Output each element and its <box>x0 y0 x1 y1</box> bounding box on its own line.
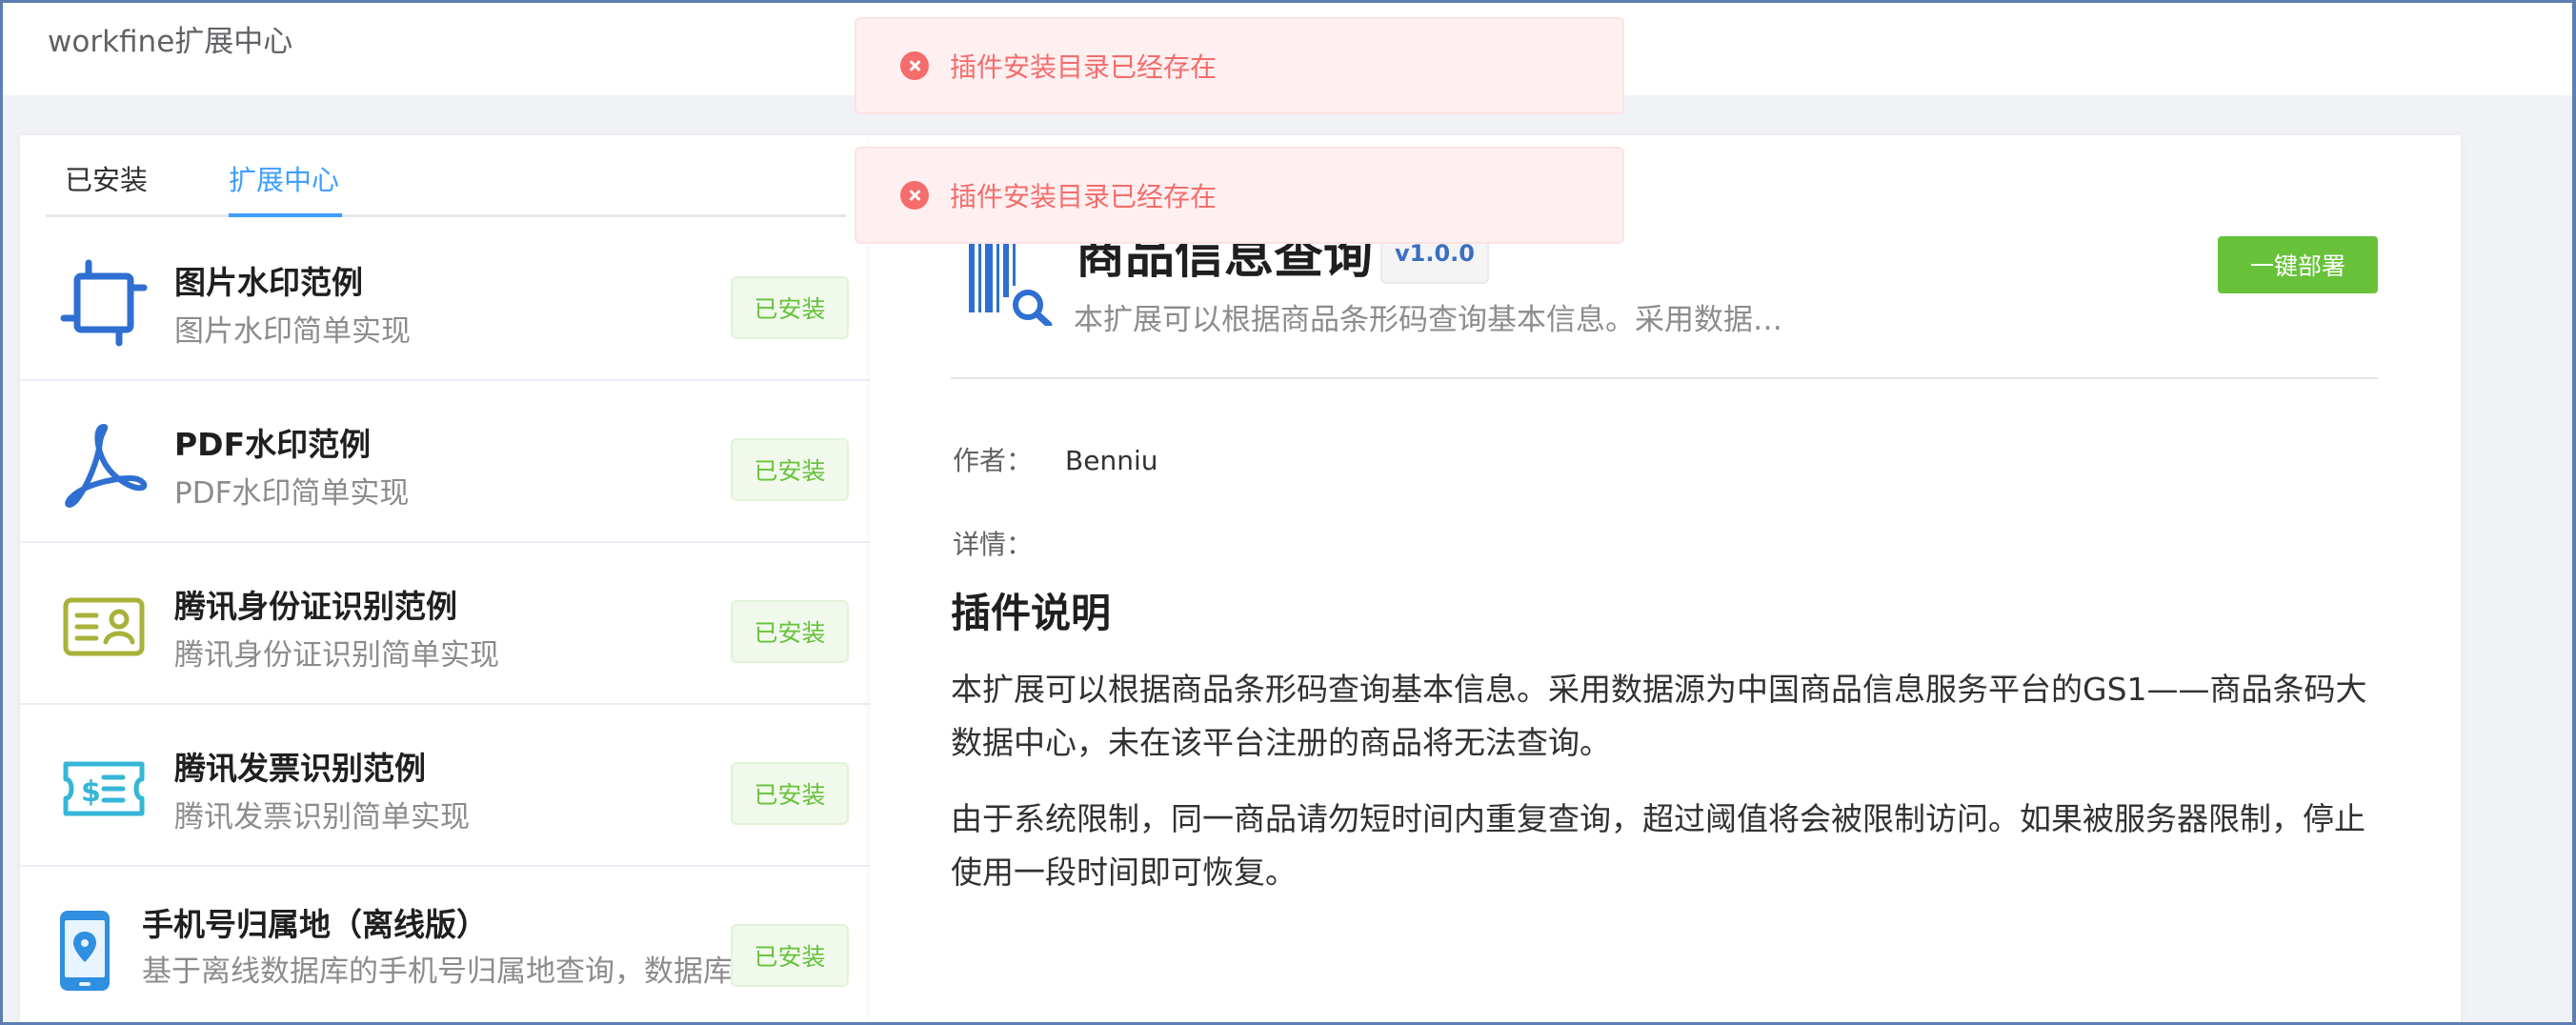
tab-extension-center[interactable]: 扩展中心 <box>229 158 339 198</box>
author-row: 作者： Benniu <box>953 440 1157 478</box>
deploy-button[interactable]: 一键部署 <box>2218 236 2378 293</box>
installed-badge: 已安装 <box>731 762 849 825</box>
phone-location-icon <box>39 905 131 996</box>
installed-badge: 已安装 <box>731 276 849 339</box>
author-value: Benniu <box>1065 445 1158 476</box>
extension-name: 腾讯身份证识别范例 <box>174 588 457 625</box>
readme-paragraph: 由于系统限制，同一商品请勿短时间内重复查询，超过阈值将会被限制访问。如果被服务器… <box>951 800 2365 891</box>
pdf-icon <box>58 419 150 511</box>
error-circle-icon <box>900 51 929 80</box>
extension-name: PDF水印范例 <box>174 426 372 463</box>
extension-detail-panel: 商品信息查询 v1.0.0 本扩展可以根据商品条形码查询基本信息。采用数据… 一… <box>870 135 2461 1025</box>
extension-item[interactable]: 腾讯身份证识别范例 腾讯身份证识别简单实现 已安装 <box>20 543 870 705</box>
error-toast: 插件安装目录已经存在 <box>855 147 1624 244</box>
author-label: 作者： <box>953 445 1034 476</box>
extension-description: 腾讯身份证识别简单实现 <box>174 638 499 673</box>
svg-text:$: $ <box>81 775 101 809</box>
extension-summary: 本扩展可以根据商品条形码查询基本信息。采用数据… <box>1074 303 1782 337</box>
toast-message: 插件安装目录已经存在 <box>950 51 1218 83</box>
extension-description: PDF水印简单实现 <box>174 476 410 511</box>
extension-description: 基于离线数据库的手机号归属地查询，数据库 <box>142 955 733 989</box>
installed-badge: 已安装 <box>731 924 849 987</box>
extension-name: 图片水印范例 <box>174 264 363 301</box>
crop-frame-icon <box>58 257 150 349</box>
extension-item[interactable]: $ 腾讯发票识别范例 腾讯发票识别简单实现 已安装 <box>20 705 870 867</box>
extension-list: 图片水印范例 图片水印简单实现 已安装 PDF水印范例 PDF水印简单实现 已安… <box>20 219 870 1025</box>
tab-bar: 已安装 扩展中心 <box>46 135 846 217</box>
installed-badge: 已安装 <box>731 438 849 501</box>
barcode-search-icon <box>965 231 1070 329</box>
extension-description: 图片水印简单实现 <box>174 314 411 349</box>
extension-item[interactable]: PDF水印范例 PDF水印简单实现 已安装 <box>20 381 870 543</box>
id-card-icon <box>58 581 150 673</box>
error-toast: 插件安装目录已经存在 <box>855 17 1624 114</box>
invoice-icon: $ <box>58 743 150 834</box>
details-label: 详情： <box>953 529 1034 560</box>
extension-description: 腾讯发票识别简单实现 <box>174 800 470 834</box>
readme-paragraph: 本扩展可以根据商品条形码查询基本信息。采用数据源为中国商品信息服务平台的GS1—… <box>951 671 2367 761</box>
installed-badge: 已安装 <box>731 600 849 663</box>
divider <box>951 377 2378 379</box>
tab-installed[interactable]: 已安装 <box>65 158 148 198</box>
active-tab-indicator <box>229 213 342 217</box>
extension-item[interactable]: 手机号归属地（离线版） 基于离线数据库的手机号归属地查询，数据库 已安装 <box>20 867 870 1025</box>
toast-message: 插件安装目录已经存在 <box>950 181 1218 212</box>
extension-list-panel: 已安装 扩展中心 图片水印范例 图片水印简单实现 已安装 PDF水印范例 PDF… <box>20 135 870 1025</box>
readme-title: 插件说明 <box>951 590 1112 636</box>
extension-item[interactable]: 图片水印范例 图片水印简单实现 已安装 <box>20 219 870 381</box>
extension-name: 腾讯发票识别范例 <box>174 750 426 787</box>
app-title: workfine扩展中心 <box>48 25 293 59</box>
error-circle-icon <box>900 181 929 210</box>
extension-name: 手机号归属地（离线版） <box>142 906 488 943</box>
